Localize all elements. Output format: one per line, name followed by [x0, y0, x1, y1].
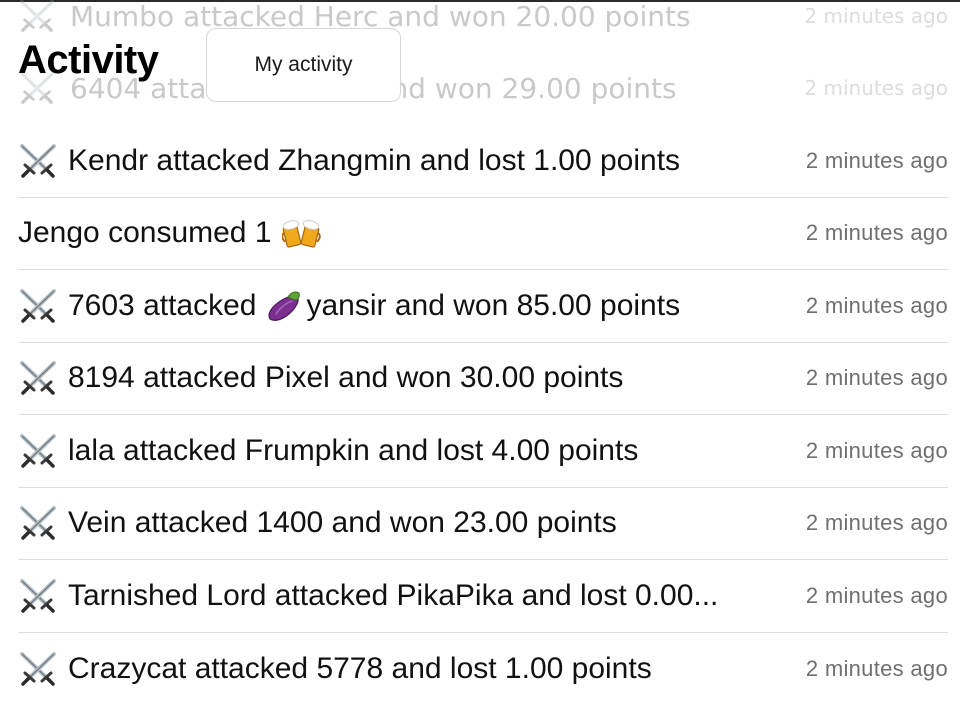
activity-time: 2 minutes ago: [796, 583, 948, 609]
activity-time: 2 minutes ago: [796, 220, 948, 246]
ghost-row-message-tail: nd won 29.00 points: [390, 72, 676, 105]
activity-row[interactable]: Jengo consumed 1 2 minutes ago: [18, 198, 948, 271]
crossed-swords-icon: [18, 651, 58, 687]
activity-message-text: Crazycat attacked 5778 and lost 1.00 poi…: [68, 652, 652, 686]
activity-row[interactable]: Kendr attacked Zhangmin and lost 1.00 po…: [18, 125, 948, 198]
crossed-swords-icon: [18, 288, 58, 324]
activity-message: 7603 attacked yansir and won 85.00 point…: [68, 288, 796, 324]
activity-time: 2 minutes ago: [796, 510, 948, 536]
crossed-swords-icon: [18, 360, 58, 396]
activity-message-text: lala attacked Frumpkin and lost 4.00 poi…: [68, 434, 638, 468]
crossed-swords-icon: [18, 433, 58, 469]
activity-message-text: 8194 attacked Pixel and won 30.00 points: [68, 361, 623, 395]
activity-message-text: Jengo consumed 1: [18, 216, 272, 250]
beer-mugs-icon: [282, 215, 322, 251]
activity-message: Vein attacked 1400 and won 23.00 points: [68, 506, 796, 540]
activity-message-text: Vein attacked 1400 and won 23.00 points: [68, 506, 617, 540]
activity-message-text-post: yansir and won 85.00 points: [306, 289, 680, 323]
activity-row[interactable]: 8194 attacked Pixel and won 30.00 points…: [18, 343, 948, 416]
activity-row[interactable]: Crazycat attacked 5778 and lost 1.00 poi…: [18, 633, 948, 705]
activity-message: Jengo consumed 1: [18, 215, 796, 251]
activity-message: Tarnished Lord attacked PikaPika and los…: [68, 579, 796, 613]
activity-message: 8194 attacked Pixel and won 30.00 points: [68, 361, 796, 395]
activity-time: 2 minutes ago: [796, 148, 948, 174]
activity-message: Kendr attacked Zhangmin and lost 1.00 po…: [68, 144, 796, 178]
ghost-activity-row: Mumbo attacked Herc and won 20.00 points…: [18, 0, 948, 36]
activity-list[interactable]: Kendr attacked Zhangmin and lost 1.00 po…: [18, 125, 948, 705]
activity-row[interactable]: Vein attacked 1400 and won 23.00 points …: [18, 488, 948, 561]
activity-time: 2 minutes ago: [796, 656, 948, 682]
activity-row[interactable]: 7603 attacked yansir and won 85.00 point…: [18, 270, 948, 343]
activity-message: lala attacked Frumpkin and lost 4.00 poi…: [68, 434, 796, 468]
crossed-swords-icon: [18, 505, 58, 541]
crossed-swords-icon: [18, 143, 58, 179]
activity-message-text: Kendr attacked Zhangmin and lost 1.00 po…: [68, 144, 680, 178]
activity-message: Crazycat attacked 5778 and lost 1.00 poi…: [68, 652, 796, 686]
activity-time: 2 minutes ago: [796, 438, 948, 464]
activity-row[interactable]: lala attacked Frumpkin and lost 4.00 poi…: [18, 415, 948, 488]
page-title: Activity: [18, 35, 159, 85]
activity-time: 2 minutes ago: [796, 293, 948, 319]
ghost-row-time: 2 minutes ago: [804, 4, 948, 28]
activity-message-text-pre: 7603 attacked: [68, 289, 256, 323]
ghost-row-time: 2 minutes ago: [804, 76, 948, 100]
crossed-swords-icon: [18, 578, 58, 614]
activity-row[interactable]: Tarnished Lord attacked PikaPika and los…: [18, 560, 948, 633]
crossed-swords-icon: [18, 0, 56, 33]
activity-time: 2 minutes ago: [796, 365, 948, 391]
activity-message-text: Tarnished Lord attacked PikaPika and los…: [68, 579, 718, 613]
eggplant-icon: [264, 288, 304, 324]
my-activity-button[interactable]: My activity: [206, 28, 401, 102]
